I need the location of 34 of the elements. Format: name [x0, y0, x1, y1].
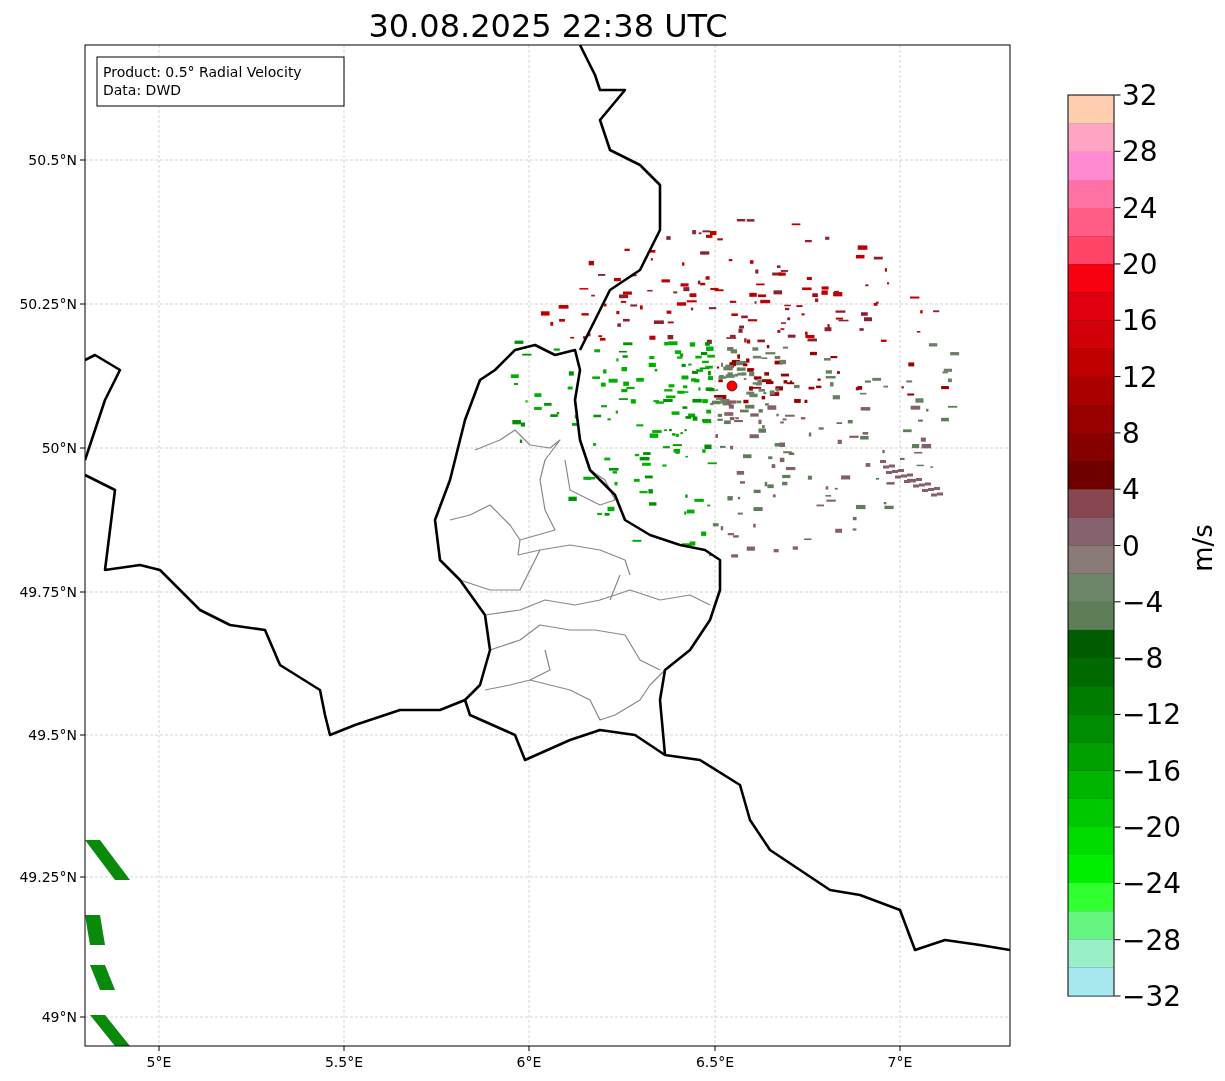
- colorbar-tick-label: 28: [1122, 135, 1158, 169]
- colorbar-tick-label: −4: [1122, 585, 1164, 619]
- y-axis-label: 50°N: [41, 440, 77, 456]
- colorbar-tick-label: −32: [1122, 980, 1182, 1013]
- chart-title: 30.08.2025 22:38 UTC: [368, 7, 728, 45]
- x-axis-label: 6.5°E: [695, 1054, 735, 1070]
- colorbar-tick-label: −12: [1122, 698, 1182, 732]
- colorbar-tick-label: 20: [1122, 247, 1158, 281]
- colorbar-tick-label: 8: [1122, 416, 1140, 450]
- colorbar-tick-label: 16: [1122, 304, 1158, 338]
- x-axis-label: 5.5°E: [324, 1054, 364, 1070]
- y-axis-label: 50.25°N: [19, 296, 77, 312]
- colorbar-tick-label: 4: [1122, 473, 1140, 507]
- x-axis-label: 7°E: [887, 1054, 913, 1070]
- x-axis-label: 6°E: [516, 1054, 542, 1070]
- x-axis-label: 5°E: [146, 1054, 172, 1070]
- y-axis-label: 50.5°N: [28, 152, 77, 168]
- y-axis-label: 49.25°N: [19, 869, 77, 885]
- colorbar-tick-label: −28: [1122, 923, 1182, 957]
- colorbar-tick-label: −8: [1122, 642, 1164, 676]
- legend-text: Product: 0.5° Radial Velocity: [103, 64, 302, 80]
- colorbar-tick-label: 24: [1122, 191, 1158, 225]
- y-axis-label: 49.75°N: [19, 584, 77, 600]
- legend-text: Data: DWD: [103, 82, 181, 98]
- y-axis-label: 49°N: [41, 1009, 77, 1025]
- colorbar-tick-label: −20: [1122, 811, 1182, 845]
- colorbar-tick-label: 12: [1122, 360, 1158, 394]
- radar-site-marker: [726, 380, 738, 392]
- colorbar-tick-label: −24: [1122, 867, 1182, 901]
- colorbar-tick-label: 32: [1122, 79, 1158, 112]
- colorbar-tick-label: −16: [1122, 754, 1182, 788]
- y-axis-label: 49.5°N: [28, 727, 77, 743]
- colorbar-tick-label: 0: [1122, 529, 1140, 563]
- colorbar-label: m/s: [1188, 524, 1218, 572]
